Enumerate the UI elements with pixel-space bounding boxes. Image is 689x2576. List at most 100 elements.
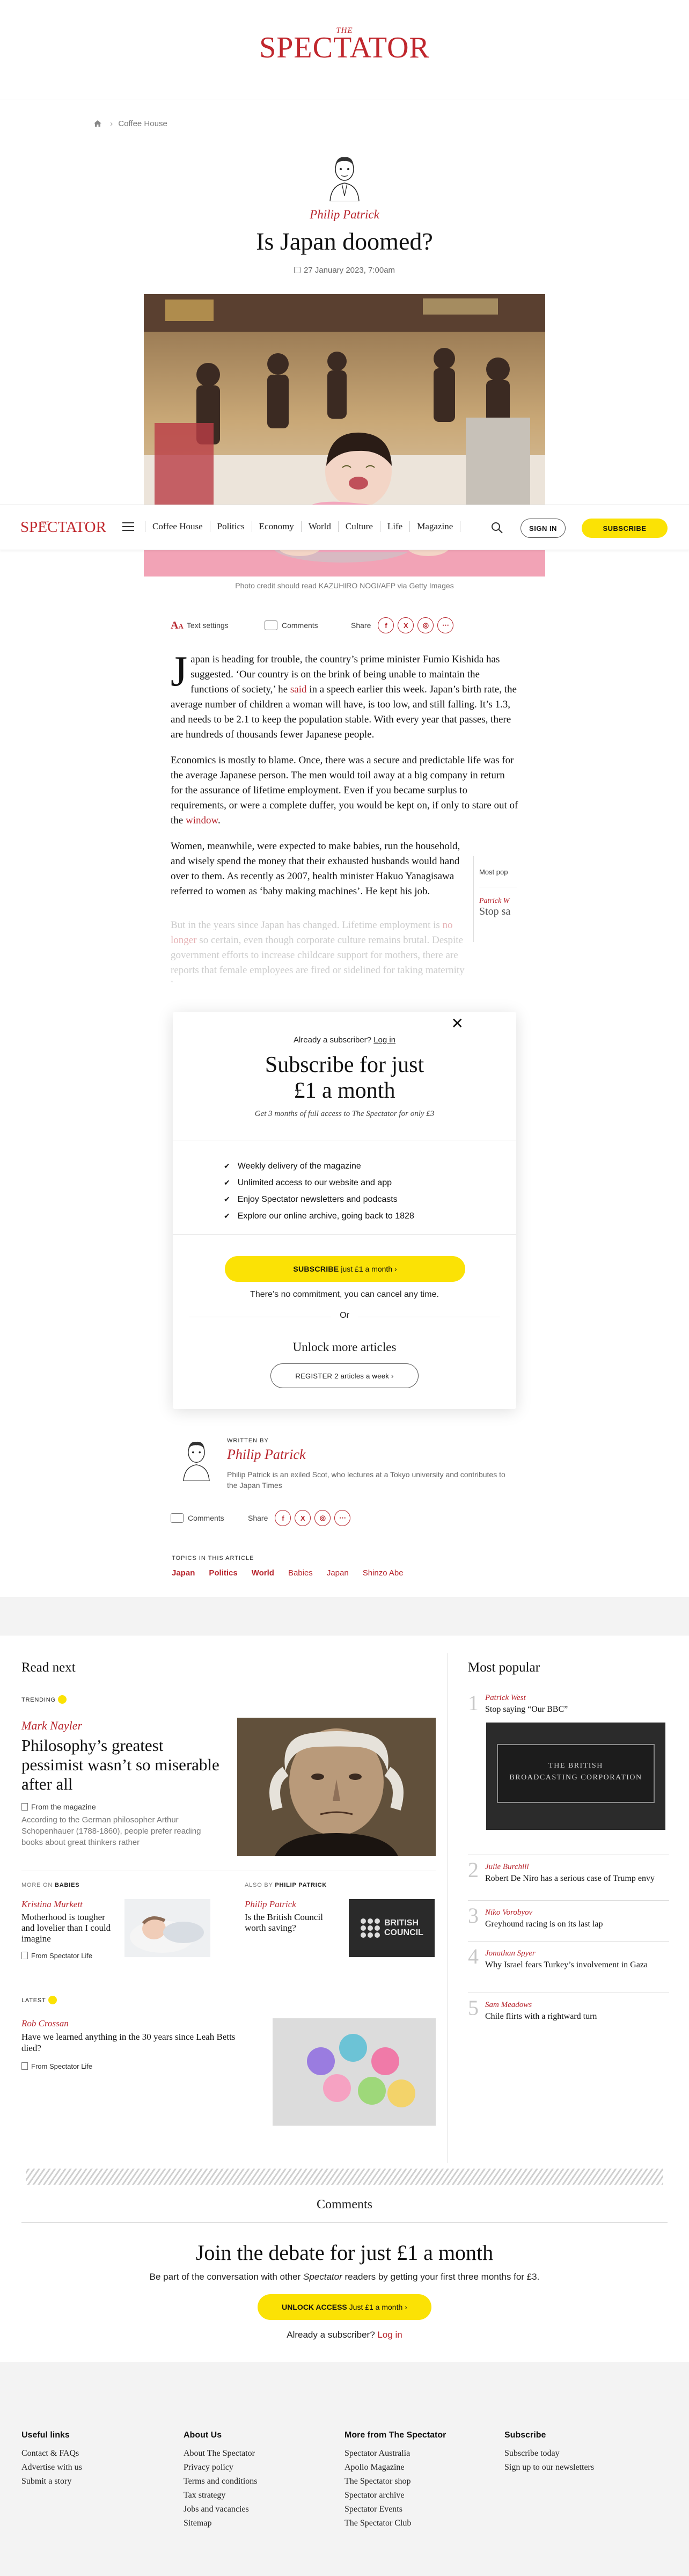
register-button[interactable]: REGISTER 2 articles a week › [270,1363,419,1388]
paragraph: Economics is mostly to blame. Once, ther… [171,755,518,826]
nav-link-politics[interactable]: Politics [209,521,252,532]
nav-link-culture[interactable]: Culture [338,521,380,532]
site-logo[interactable]: THE SPECTATOR [0,27,689,63]
x-icon[interactable]: X [295,1510,311,1526]
most-popular-item-1[interactable]: 1 Patrick West Stop saying “Our BBC” THE… [468,1691,669,1865]
facebook-icon[interactable]: f [275,1510,291,1526]
article-tools: AA Text settings Comments Share f X ◎ ⋯ [171,615,514,636]
read-next-heading: Read next [21,1660,76,1675]
bc-logo-dots [361,1918,380,1938]
more-share-icon[interactable]: ⋯ [334,1510,351,1526]
sign-in-button[interactable]: SIGN IN [521,519,566,538]
latest-image [273,2018,436,2126]
footer-column-more-from: More from The Spectator Spectator Austra… [344,2431,446,2530]
divider [21,2222,668,2223]
footer-link[interactable]: Spectator Australia [344,2447,446,2461]
footer-column-about-us: About Us About The Spectator Privacy pol… [184,2431,258,2530]
latest-card[interactable]: LATEST Rob Crossan Have we learned anyth… [21,1996,440,2130]
nav-logo[interactable]: THE SPECTATOR [20,519,106,535]
footer-link[interactable]: Subscribe today [504,2447,594,2461]
topics-list: Japan Politics World Babies Japan Shinzo… [172,1568,404,1578]
home-icon[interactable] [94,120,101,127]
or-separator: Or [331,1311,358,1320]
read-next-feature[interactable]: TRENDING Mark Nayler Philosophy’s greate… [21,1695,440,1862]
footer-link[interactable]: Spectator archive [344,2489,446,2502]
magazine-icon [21,1952,28,1959]
footer-link[interactable]: The Spectator shop [344,2475,446,2489]
article-date: 27 January 2023, 7:00am [0,266,689,275]
also-by-card[interactable]: ALSO BY PHILIP PATRICK Philip Patrick Is… [245,1882,438,1968]
footer-link[interactable]: Jobs and vacancies [184,2502,258,2516]
author-name[interactable]: Philip Patrick [0,208,689,222]
topic-link[interactable]: Japan [172,1568,195,1578]
footer-link[interactable]: About The Spectator [184,2447,258,2461]
feature-title[interactable]: Philosophy’s greatest pessimist wasn’t s… [21,1736,220,1794]
most-popular-item-2[interactable]: 2 Julie Burchill Robert De Niro has a se… [468,1855,669,1887]
whatsapp-icon[interactable]: ◎ [417,617,434,633]
text-settings-button[interactable]: AA Text settings [171,615,229,636]
topics-label: TOPICS IN THIS ARTICLE [172,1555,254,1561]
more-share-icon[interactable]: ⋯ [437,617,454,633]
footer-link[interactable]: The Spectator Club [344,2516,446,2530]
footer-column-useful-links: Useful links Contact & FAQs Advertise wi… [21,2431,82,2489]
paywall-subtitle: Get 3 months of full access to The Spect… [254,1110,435,1118]
topic-link[interactable]: Shinzo Abe [363,1568,404,1578]
most-popular-item-4[interactable]: 4 Jonathan Spyer Why Israel fears Turkey… [468,1941,669,1979]
feature-author[interactable]: Mark Nayler [21,1719,82,1733]
article-title: Is Japan doomed? [256,228,433,255]
most-popular-heading: Most popular [468,1660,540,1675]
nav-link-life[interactable]: Life [379,521,409,532]
breadcrumb-section[interactable]: Coffee House [118,119,167,128]
footer-link[interactable]: Advertise with us [21,2461,82,2475]
benefit-item: Weekly delivery of the magazine [224,1158,414,1174]
facebook-icon[interactable]: f [378,617,394,633]
footer-link[interactable]: Sign up to our newsletters [504,2461,594,2475]
login-link[interactable]: Log in [373,1035,395,1045]
most-popular-item-3[interactable]: 3 Niko Vorobyov Greyhound racing is on i… [468,1900,669,1932]
login-link[interactable]: Log in [377,2330,402,2340]
footer-link[interactable]: Contact & FAQs [21,2447,82,2461]
x-icon[interactable]: X [398,617,414,633]
unlock-access-button[interactable]: UNLOCK ACCESS Just £1 a month › [258,2294,431,2320]
subscribe-button[interactable]: SUBSCRIBE [582,519,668,538]
site-header: THE SPECTATOR [0,0,689,99]
footer-link[interactable]: Sitemap [184,2516,258,2530]
bbc-sign-image: THE BRITISH BROADCASTING CORPORATION [486,1723,665,1830]
topic-link[interactable]: Japan [327,1568,349,1578]
inline-link[interactable]: said [290,684,307,695]
nav-link-coffee-house[interactable]: Coffee House [145,521,210,532]
divider [173,1234,516,1235]
inline-link[interactable]: window [186,815,218,826]
share-group: Share f X ◎ ⋯ [351,615,454,636]
comments-button[interactable]: Comments [171,1507,224,1529]
footer-link[interactable]: Apollo Magazine [344,2461,446,2475]
footer-link[interactable]: Submit a story [21,2475,82,2489]
magazine-icon [21,1803,28,1811]
footer-link[interactable]: Terms and conditions [184,2475,258,2489]
footer-link[interactable]: Privacy policy [184,2461,258,2475]
comments-button[interactable]: Comments [265,615,318,636]
nav-link-magazine[interactable]: Magazine [409,521,461,532]
search-icon[interactable] [490,521,503,534]
footer-link[interactable]: Tax strategy [184,2489,258,2502]
more-on-card[interactable]: MORE ON BABIES Kristina Murkett Motherho… [21,1882,215,1968]
hatch-divider [26,2169,663,2185]
topic-link[interactable]: Babies [288,1568,313,1578]
no-commitment-text: There’s no commitment, you can cancel an… [250,1290,439,1299]
close-icon[interactable]: ✕ [451,1016,464,1031]
benefit-item: Explore our online archive, going back t… [224,1208,414,1224]
most-popular-item-5[interactable]: 5 Sam Meadows Chile flirts with a rightw… [468,1993,669,2025]
subscribe-cta-button[interactable]: SUBSCRIBE just £1 a month › [225,1256,465,1282]
debate-title: Join the debate for just £1 a month [195,2241,494,2265]
chevron-right-icon: › [110,119,113,128]
topic-link[interactable]: World [252,1568,274,1578]
nav-link-economy[interactable]: Economy [251,521,301,532]
benefits-list: Weekly delivery of the magazine Unlimite… [224,1158,414,1224]
topic-link[interactable]: Politics [209,1568,237,1578]
whatsapp-icon[interactable]: ◎ [314,1510,331,1526]
nav-link-world[interactable]: World [300,521,338,532]
author-name[interactable]: Philip Patrick [227,1447,306,1463]
footer-link[interactable]: Spectator Events [344,2502,446,2516]
hamburger-menu-icon[interactable] [122,522,134,531]
site-footer: Useful links Contact & FAQs Advertise wi… [0,2362,689,2576]
